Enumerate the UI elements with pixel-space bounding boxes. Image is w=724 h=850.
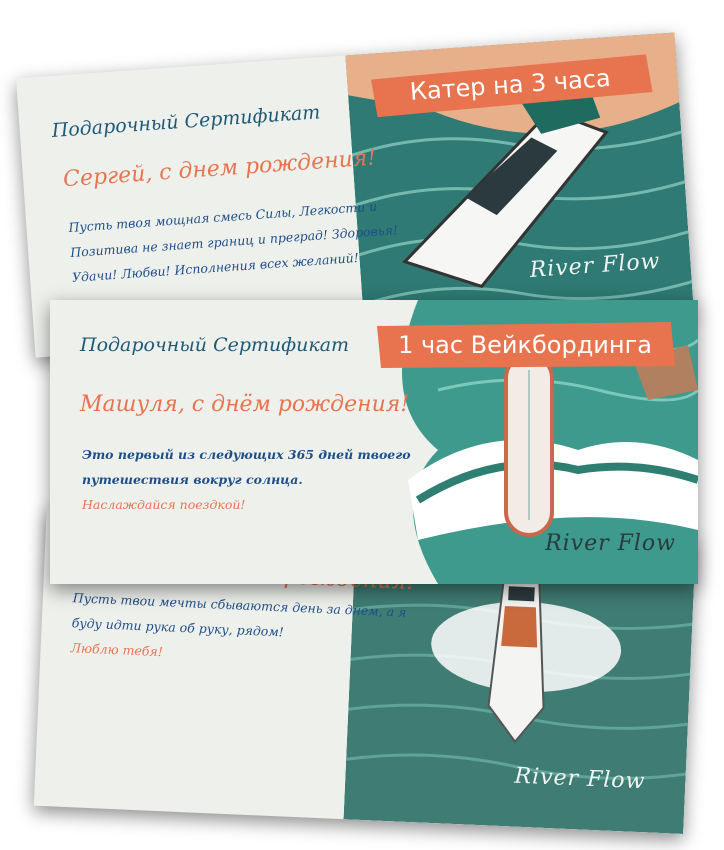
certificate-title: Подарочный Сертификат: [51, 101, 321, 142]
gift-card-2: 1 час Вейкбординга Подарочный Сертификат…: [50, 300, 698, 584]
message-line: Это первый из следующих 365 дней твоего: [82, 447, 411, 462]
banner-text: 1 час Вейкбординга: [398, 331, 652, 359]
brand-logo: River Flow: [545, 531, 676, 556]
greeting: Сергей, с днем рождения!: [62, 145, 377, 193]
certificate-title: Подарочный Сертификат: [80, 334, 350, 356]
greeting: Машуля, с днём рождения!: [80, 392, 410, 417]
card-message: Это первый из следующих 365 дней твоего …: [82, 442, 411, 517]
closing-line: Наслаждайся поездкой!: [82, 497, 246, 512]
card-message: Пусть твои мечты сбываются день за днем,…: [70, 585, 407, 674]
message-line: путешествия вокруг солнца.: [82, 472, 303, 487]
offer-banner: 1 час Вейкбординга: [375, 322, 675, 368]
card-message: Пусть твоя мощная смесь Силы, Легкости и…: [68, 192, 401, 290]
